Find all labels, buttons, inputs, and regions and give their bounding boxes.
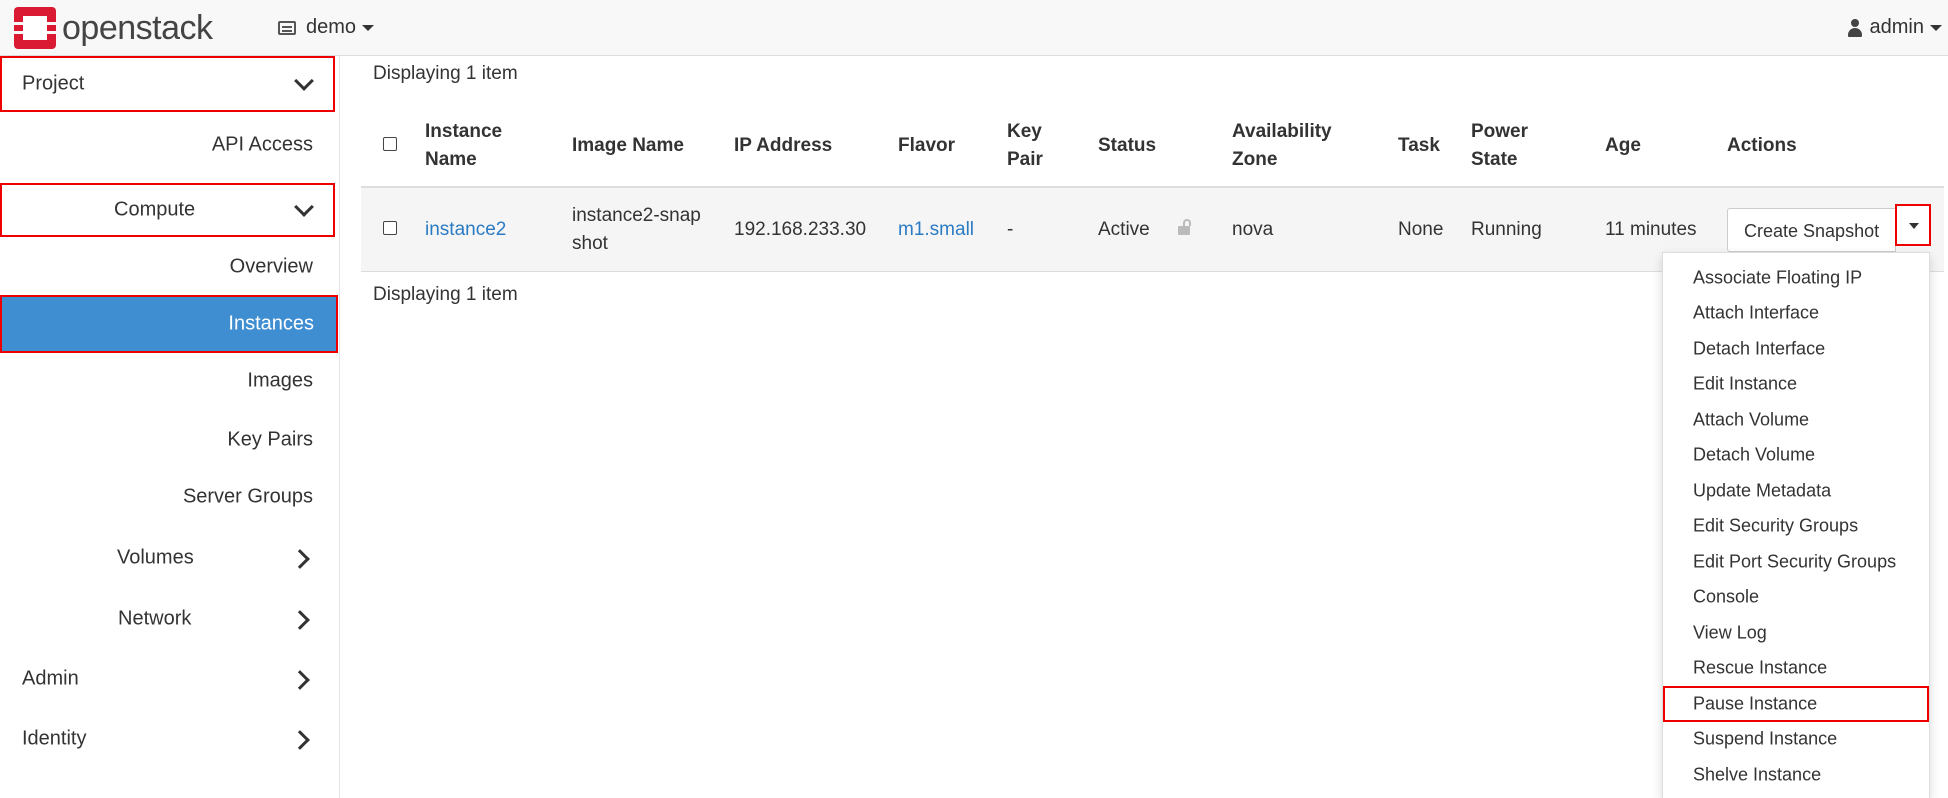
sidebar-item-label: Admin bbox=[22, 667, 79, 690]
menu-item-attach-interface[interactable]: Attach Interface bbox=[1663, 296, 1929, 332]
openstack-logo-icon bbox=[14, 7, 56, 49]
cell-power-state: Running bbox=[1461, 187, 1595, 272]
chevron-right-icon bbox=[290, 549, 310, 569]
project-selector[interactable]: demo bbox=[278, 16, 375, 39]
menu-item-associate-floating-ip[interactable]: Associate Floating IP bbox=[1663, 260, 1929, 296]
sidebar-item-label: Volumes bbox=[117, 546, 194, 569]
sidebar-item-network[interactable]: Network bbox=[0, 595, 335, 643]
sidebar: Project API Access Compute Overview Inst… bbox=[0, 56, 340, 798]
chevron-right-icon bbox=[290, 730, 310, 750]
logo-text: openstack bbox=[62, 8, 213, 47]
sidebar-item-key-pairs[interactable]: Key Pairs bbox=[0, 416, 335, 464]
menu-item-suspend-instance[interactable]: Suspend Instance bbox=[1663, 722, 1929, 758]
sidebar-item-label: Server Groups bbox=[182, 485, 313, 508]
menu-item-update-metadata[interactable]: Update Metadata bbox=[1663, 473, 1929, 509]
col-ip-address[interactable]: IP Address bbox=[724, 106, 888, 188]
cell-availability-zone: nova bbox=[1222, 187, 1388, 272]
sidebar-item-label: Key Pairs bbox=[227, 428, 313, 451]
instances-table: Instance Name Image Name IP Address Flavo… bbox=[361, 106, 1944, 272]
menu-item-console[interactable]: Console bbox=[1663, 580, 1929, 616]
chevron-down-icon bbox=[294, 71, 314, 91]
sidebar-item-admin[interactable]: Admin bbox=[0, 655, 335, 703]
cell-instance-name: instance2 bbox=[415, 187, 562, 272]
project-list-icon bbox=[278, 20, 296, 35]
sidebar-item-label: API Access bbox=[211, 133, 313, 156]
sidebar-item-label: Network bbox=[118, 607, 192, 630]
actions-dropdown-menu: Associate Floating IP Attach Interface D… bbox=[1662, 252, 1930, 798]
menu-item-attach-volume[interactable]: Attach Volume bbox=[1663, 402, 1929, 438]
menu-item-shelve-instance[interactable]: Shelve Instance bbox=[1663, 757, 1929, 793]
project-selector-label: demo bbox=[306, 16, 357, 38]
col-status[interactable]: Status bbox=[1088, 106, 1168, 188]
caret-down-icon bbox=[1930, 24, 1942, 31]
top-navbar: openstack demo admin bbox=[0, 0, 1948, 56]
chevron-right-icon bbox=[290, 610, 310, 630]
col-key-pair[interactable]: Key Pair bbox=[997, 106, 1088, 188]
flavor-link[interactable]: m1.small bbox=[898, 219, 974, 240]
menu-item-edit-port-security-groups[interactable]: Edit Port Security Groups bbox=[1663, 544, 1929, 580]
sidebar-item-label: Identity bbox=[22, 727, 87, 750]
chevron-down-icon bbox=[294, 197, 314, 217]
sidebar-item-identity[interactable]: Identity bbox=[0, 715, 335, 763]
col-actions: Actions bbox=[1717, 106, 1944, 188]
actions-dropdown-toggle[interactable] bbox=[1895, 204, 1931, 246]
col-age[interactable]: Age bbox=[1595, 106, 1717, 188]
sidebar-item-compute[interactable]: Compute bbox=[0, 183, 335, 237]
sidebar-item-server-groups[interactable]: Server Groups bbox=[0, 473, 335, 521]
unlock-icon bbox=[1178, 218, 1191, 235]
sidebar-item-label: Images bbox=[247, 369, 313, 392]
chevron-right-icon bbox=[290, 670, 310, 690]
sidebar-item-label: Instances bbox=[228, 312, 314, 335]
menu-item-view-log[interactable]: View Log bbox=[1663, 615, 1929, 651]
row-select-cell bbox=[361, 187, 415, 272]
cell-lock bbox=[1168, 187, 1222, 272]
user-icon bbox=[1847, 18, 1862, 37]
table-header-row: Instance Name Image Name IP Address Flavo… bbox=[361, 106, 1944, 188]
user-menu[interactable]: admin bbox=[1847, 16, 1948, 39]
col-task[interactable]: Task bbox=[1388, 106, 1461, 188]
cell-flavor: m1.small bbox=[888, 187, 997, 272]
cell-key-pair: - bbox=[997, 187, 1088, 272]
sidebar-item-label: Compute bbox=[114, 198, 196, 221]
menu-item-pause-instance[interactable]: Pause Instance bbox=[1663, 686, 1929, 722]
item-count-bottom: Displaying 1 item bbox=[373, 284, 518, 305]
instance-name-link[interactable]: instance2 bbox=[425, 219, 506, 240]
sidebar-item-instances[interactable]: Instances bbox=[0, 295, 338, 353]
user-menu-label: admin bbox=[1869, 16, 1924, 38]
sidebar-item-label: Overview bbox=[229, 255, 313, 278]
cell-status: Active bbox=[1088, 187, 1168, 272]
col-instance-name[interactable]: Instance Name bbox=[415, 106, 562, 188]
caret-down-icon bbox=[1909, 223, 1919, 229]
menu-item-detach-volume[interactable]: Detach Volume bbox=[1663, 438, 1929, 474]
sidebar-item-volumes[interactable]: Volumes bbox=[0, 534, 335, 582]
openstack-logo[interactable]: openstack bbox=[14, 7, 213, 49]
menu-item-detach-interface[interactable]: Detach Interface bbox=[1663, 331, 1929, 367]
item-count-top: Displaying 1 item bbox=[373, 63, 518, 84]
col-availability-zone[interactable]: Availability Zone bbox=[1222, 106, 1388, 188]
cell-image-name: instance2-snap shot bbox=[562, 187, 724, 272]
cell-task: None bbox=[1388, 187, 1461, 272]
sidebar-item-overview[interactable]: Overview bbox=[0, 243, 335, 291]
menu-item-edit-instance[interactable]: Edit Instance bbox=[1663, 367, 1929, 403]
col-status-lock bbox=[1168, 106, 1222, 188]
menu-item-rescue-instance[interactable]: Rescue Instance bbox=[1663, 651, 1929, 687]
select-all-header bbox=[361, 106, 415, 188]
row-checkbox[interactable] bbox=[383, 220, 397, 235]
col-flavor[interactable]: Flavor bbox=[888, 106, 997, 188]
menu-item-edit-security-groups[interactable]: Edit Security Groups bbox=[1663, 509, 1929, 545]
create-snapshot-button[interactable]: Create Snapshot bbox=[1727, 207, 1897, 252]
cell-ip-address: 192.168.233.30 bbox=[724, 187, 888, 272]
sidebar-item-api-access[interactable]: API Access bbox=[0, 121, 335, 169]
col-image-name[interactable]: Image Name bbox=[562, 106, 724, 188]
caret-down-icon bbox=[362, 24, 375, 31]
sidebar-item-label: Project bbox=[22, 72, 85, 95]
col-power-state[interactable]: Power State bbox=[1461, 106, 1595, 188]
sidebar-item-project[interactable]: Project bbox=[0, 56, 335, 112]
sidebar-item-images[interactable]: Images bbox=[0, 357, 335, 405]
select-all-checkbox[interactable] bbox=[383, 137, 397, 151]
